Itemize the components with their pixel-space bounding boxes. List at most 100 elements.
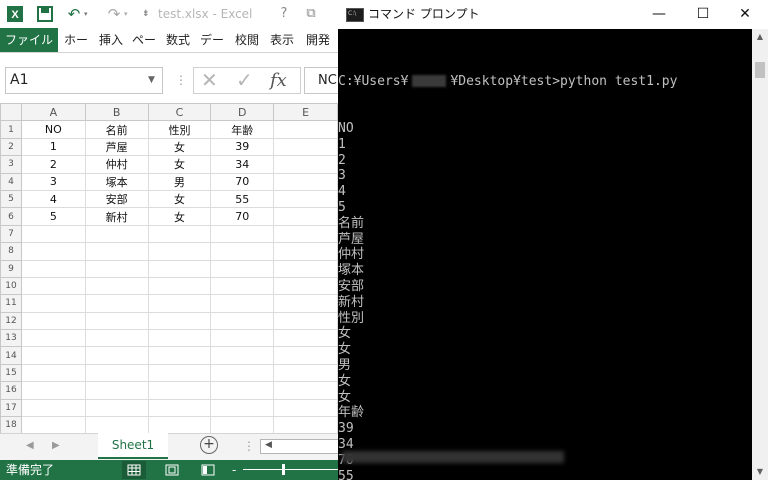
ribbon-display-options-icon[interactable]: ⧉: [302, 0, 320, 28]
cell[interactable]: [210, 311, 275, 331]
page-layout-view-icon[interactable]: [160, 461, 184, 479]
tab-data[interactable]: デー: [200, 28, 224, 52]
cell[interactable]: [273, 294, 338, 313]
page-break-view-icon[interactable]: [196, 461, 220, 479]
cell[interactable]: [147, 363, 212, 383]
sheet-next-icon[interactable]: ▶: [52, 433, 60, 459]
cell[interactable]: [147, 294, 212, 313]
cell[interactable]: [20, 259, 86, 278]
tab-developer[interactable]: 開発: [306, 28, 330, 52]
cell[interactable]: [273, 329, 338, 348]
row-header[interactable]: 7: [0, 224, 22, 244]
cell[interactable]: 女: [147, 137, 212, 157]
cell[interactable]: [84, 416, 149, 433]
cmd-scroll-thumb[interactable]: [755, 62, 765, 78]
cell[interactable]: [210, 294, 275, 313]
chevron-down-icon[interactable]: ▼: [148, 67, 155, 94]
tab-formulas[interactable]: 数式: [166, 28, 190, 52]
row-header[interactable]: 11: [0, 294, 22, 313]
close-button[interactable]: ✕: [722, 0, 768, 29]
cell[interactable]: 55: [210, 189, 275, 209]
scroll-down-icon[interactable]: ▼: [752, 464, 768, 480]
cell[interactable]: [273, 276, 338, 296]
cell[interactable]: [147, 416, 212, 433]
column-header[interactable]: B: [84, 103, 149, 122]
row-header[interactable]: 1: [0, 120, 22, 139]
cell[interactable]: [20, 398, 86, 418]
worksheet-grid[interactable]: A B C D E 1 NO 名前 性別 年齢 2 1 芦屋女 39 3 2 仲村女 34 4 3 塚本男 70 5 4 安部女…: [0, 103, 338, 433]
cell[interactable]: [273, 311, 338, 331]
cell[interactable]: [210, 416, 275, 433]
cell[interactable]: 39: [210, 137, 275, 157]
cell[interactable]: [20, 276, 86, 296]
row-header[interactable]: 3: [0, 155, 22, 174]
cell[interactable]: 性別: [147, 120, 212, 139]
cell[interactable]: 70: [210, 172, 275, 191]
tab-review[interactable]: 校閲: [235, 28, 259, 52]
cell[interactable]: [210, 224, 275, 244]
cell[interactable]: [84, 363, 149, 383]
cell[interactable]: 5: [20, 207, 86, 226]
cell[interactable]: 仲村: [84, 155, 149, 174]
name-box[interactable]: [5, 67, 163, 94]
zoom-slider-track[interactable]: [243, 469, 338, 470]
cell[interactable]: [273, 346, 338, 365]
cell[interactable]: [147, 398, 212, 418]
cell[interactable]: [20, 311, 86, 331]
cell[interactable]: 男: [147, 172, 212, 191]
cancel-icon[interactable]: ✕: [201, 67, 218, 94]
cell[interactable]: [147, 381, 212, 400]
row-header[interactable]: 15: [0, 363, 22, 383]
column-header[interactable]: E: [273, 103, 338, 122]
cell[interactable]: [84, 329, 149, 348]
cell[interactable]: 1: [20, 137, 86, 157]
cell[interactable]: 名前: [84, 120, 149, 139]
cell[interactable]: [273, 189, 338, 209]
cell[interactable]: [84, 259, 149, 278]
cell[interactable]: NO: [20, 120, 86, 139]
tab-split-grip-icon[interactable]: ⋮: [243, 433, 255, 459]
normal-view-icon[interactable]: [122, 461, 146, 479]
cell[interactable]: [20, 381, 86, 400]
undo-icon[interactable]: ↶: [64, 0, 84, 28]
row-header[interactable]: 13: [0, 329, 22, 348]
row-header[interactable]: 10: [0, 276, 22, 296]
tab-file[interactable]: ファイル: [0, 28, 58, 52]
cell[interactable]: [210, 329, 275, 348]
cell[interactable]: [20, 363, 86, 383]
row-header[interactable]: 16: [0, 381, 22, 400]
cell[interactable]: 安部: [84, 189, 149, 209]
cell[interactable]: [273, 172, 338, 191]
cell[interactable]: [20, 346, 86, 365]
zoom-slider-thumb[interactable]: [282, 464, 285, 475]
cell[interactable]: 年齢: [210, 120, 275, 139]
row-header[interactable]: 4: [0, 172, 22, 191]
cell[interactable]: [210, 259, 275, 278]
undo-dropdown-icon[interactable]: ▾: [84, 0, 88, 28]
cell[interactable]: [273, 242, 338, 261]
save-icon[interactable]: [36, 0, 54, 28]
cell[interactable]: [273, 363, 338, 383]
cell[interactable]: 女: [147, 207, 212, 226]
row-header[interactable]: 6: [0, 207, 22, 226]
insert-function-icon[interactable]: fx: [270, 67, 287, 94]
row-header[interactable]: 2: [0, 137, 22, 157]
cell[interactable]: [20, 242, 86, 261]
cell[interactable]: 芦屋: [84, 137, 149, 157]
minimize-button[interactable]: —: [636, 0, 682, 29]
tab-insert[interactable]: 挿入: [99, 28, 123, 52]
cell[interactable]: [147, 346, 212, 365]
cell[interactable]: 新村: [84, 207, 149, 226]
enter-check-icon[interactable]: ✓: [236, 67, 253, 94]
cell[interactable]: [147, 259, 212, 278]
cell[interactable]: [273, 398, 338, 418]
cell[interactable]: [273, 381, 338, 400]
cell[interactable]: [273, 259, 338, 278]
row-header[interactable]: 18: [0, 416, 22, 433]
redo-dropdown-icon[interactable]: ▾: [124, 0, 128, 28]
scroll-up-icon[interactable]: ▲: [752, 29, 768, 45]
column-header[interactable]: A: [20, 103, 86, 122]
cell[interactable]: 女: [147, 189, 212, 209]
row-header[interactable]: 14: [0, 346, 22, 365]
maximize-button[interactable]: ☐: [680, 0, 726, 29]
